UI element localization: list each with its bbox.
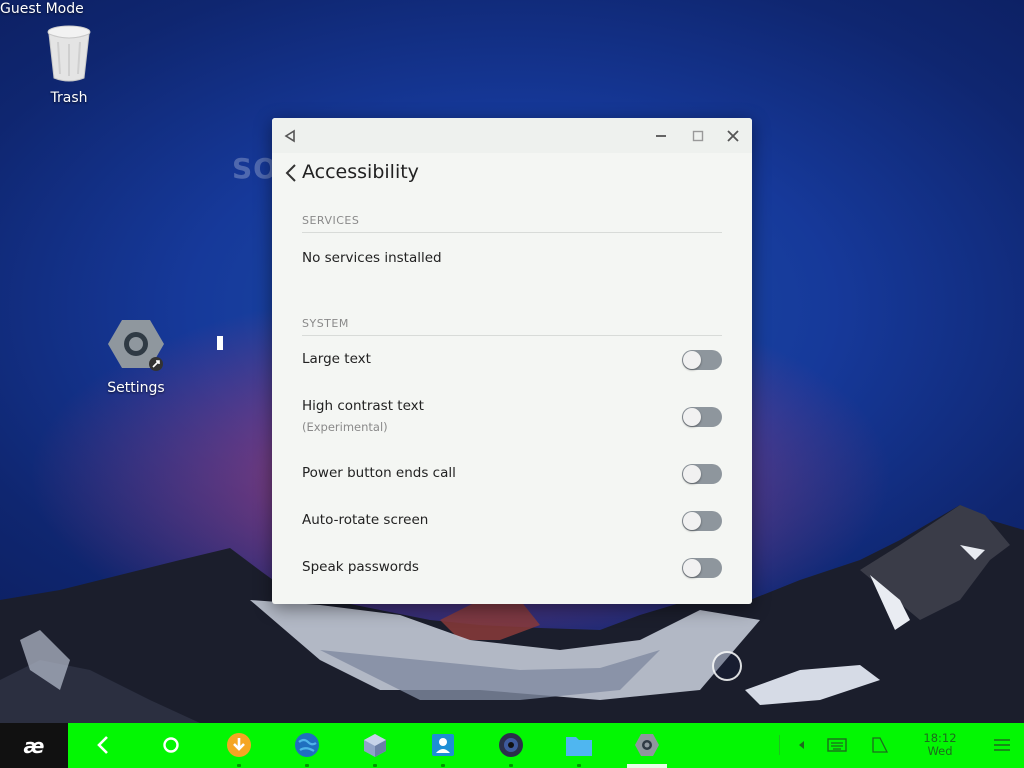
running-dot <box>577 764 581 767</box>
tray-signal-button[interactable] <box>866 731 894 759</box>
browser-icon <box>295 733 319 757</box>
tray-expand-button[interactable] <box>788 731 816 759</box>
setting-label: Speak passwords <box>302 559 419 575</box>
running-dot <box>373 764 377 767</box>
setting-label: Power button ends call <box>302 465 456 481</box>
no-services-text: No services installed <box>302 250 442 266</box>
back-icon <box>97 736 108 754</box>
window-titlebar[interactable] <box>272 118 752 153</box>
keyboard-icon <box>827 738 847 752</box>
power-button-toggle[interactable] <box>682 464 722 484</box>
text-cursor <box>217 336 223 350</box>
app-header: Accessibility <box>272 153 752 203</box>
taskbar-clock[interactable]: 18:12 Wed <box>915 732 965 758</box>
high-contrast-toggle[interactable] <box>682 407 722 427</box>
chevron-left-icon <box>285 164 296 182</box>
taskbar-app-contacts[interactable] <box>429 731 457 759</box>
close-icon <box>727 130 739 142</box>
menu-icon <box>994 739 1010 751</box>
nav-back-button[interactable] <box>89 731 117 759</box>
services-heading: SERVICES <box>302 214 722 233</box>
running-dot <box>509 764 513 767</box>
setting-label: Large text <box>302 351 371 367</box>
download-icon <box>227 733 251 757</box>
running-dot <box>237 764 241 767</box>
touch-indicator <box>712 651 742 681</box>
settings-hex-icon <box>108 320 164 371</box>
taskbar-app-music[interactable] <box>497 731 525 759</box>
toggle-knob <box>683 351 701 369</box>
auto-rotate-toggle[interactable] <box>682 511 722 531</box>
home-icon <box>163 737 179 753</box>
system-heading: SYSTEM <box>302 317 722 336</box>
active-app-indicator <box>627 764 667 768</box>
speak-passwords-toggle[interactable] <box>682 558 722 578</box>
taskbar-app-settings[interactable] <box>633 731 661 759</box>
window-back-button[interactable] <box>281 127 299 145</box>
window-close-button[interactable] <box>724 127 742 145</box>
start-button[interactable]: æ <box>0 723 68 768</box>
taskbar-app-files[interactable] <box>565 731 593 759</box>
guest-mode-label: Guest Mode <box>0 1 84 17</box>
toggle-knob <box>683 408 701 426</box>
files-icon <box>566 737 592 756</box>
toggle-knob <box>683 559 701 577</box>
tray-keyboard-button[interactable] <box>823 731 851 759</box>
cube-icon <box>364 734 386 757</box>
taskbar-app-cube[interactable] <box>361 731 389 759</box>
tray-separator <box>779 735 780 755</box>
music-icon <box>499 733 523 757</box>
taskbar-app-browser[interactable] <box>293 731 321 759</box>
large-text-toggle[interactable] <box>682 350 722 370</box>
taskbar: æ 18:12 Wed <box>0 723 1024 768</box>
window-maximize-button[interactable] <box>689 127 707 145</box>
setting-label: High contrast text <box>302 398 424 414</box>
minimize-icon <box>656 135 666 137</box>
nav-home-button[interactable] <box>157 731 185 759</box>
clock-day: Wed <box>927 744 953 758</box>
triangle-back-icon <box>284 129 295 143</box>
trash-label: Trash <box>50 90 88 106</box>
trash-icon <box>47 25 91 82</box>
settings-label: Settings <box>107 380 165 396</box>
toggle-knob <box>683 512 701 530</box>
page-title: Accessibility <box>302 161 419 183</box>
desktop-settings-shortcut[interactable]: Settings <box>100 318 172 396</box>
contacts-icon <box>432 734 454 756</box>
maximize-icon <box>692 130 704 142</box>
notification-menu-button[interactable] <box>988 731 1016 759</box>
signal-icon <box>872 737 889 753</box>
accessibility-window: Accessibility SERVICES No services insta… <box>272 118 752 604</box>
settings-icon <box>635 734 659 756</box>
setting-sublabel: (Experimental) <box>302 420 388 434</box>
caret-left-icon <box>799 741 804 749</box>
setting-label: Auto-rotate screen <box>302 512 429 528</box>
app-back-button[interactable] <box>284 163 302 183</box>
taskbar-app-download[interactable] <box>225 731 253 759</box>
running-dot <box>441 764 445 767</box>
window-minimize-button[interactable] <box>652 127 670 145</box>
toggle-knob <box>683 465 701 483</box>
running-dot <box>305 764 309 767</box>
desktop-trash[interactable]: Trash <box>38 24 100 106</box>
